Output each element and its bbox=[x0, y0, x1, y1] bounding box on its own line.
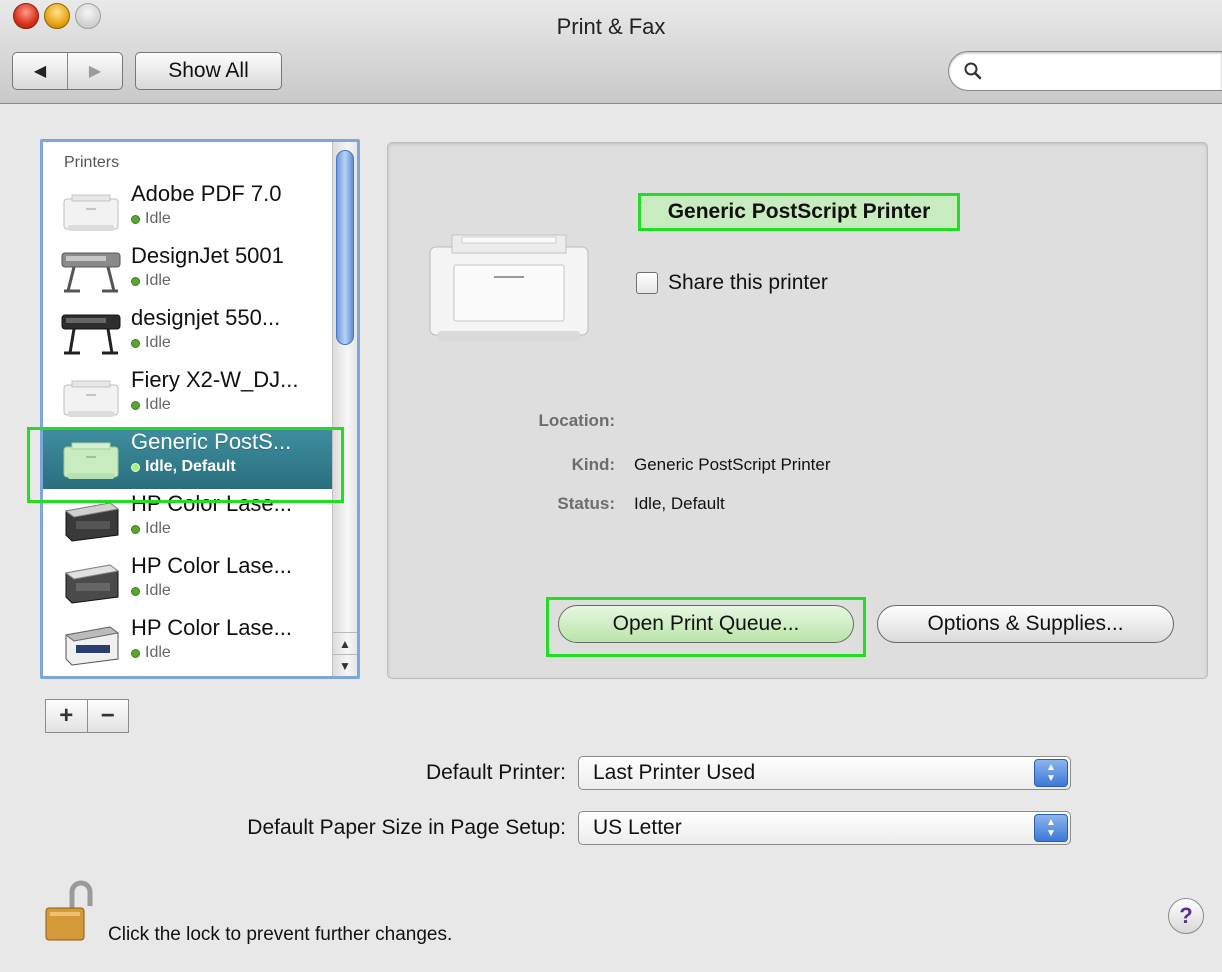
forward-arrow-icon: ▶ bbox=[88, 63, 102, 80]
back-arrow-icon: ◀ bbox=[33, 63, 47, 80]
add-printer-button[interactable]: + bbox=[46, 700, 88, 732]
back-button[interactable]: ◀ bbox=[13, 53, 68, 89]
printer-name-title: Generic PostScript Printer bbox=[638, 193, 960, 231]
lock-icon[interactable] bbox=[44, 880, 100, 944]
paper-size-label: Default Paper Size in Page Setup: bbox=[247, 816, 566, 839]
status-dot-icon bbox=[131, 214, 140, 224]
printer-row[interactable]: Adobe PDF 7.0 Idle bbox=[43, 179, 335, 241]
printer-status: Idle bbox=[131, 272, 171, 290]
printer-status: Idle bbox=[131, 334, 171, 352]
printers-list-scrollbar[interactable]: ▲ ▼ bbox=[332, 142, 357, 676]
share-printer-label: Share this printer bbox=[668, 271, 828, 294]
paper-size-value: US Letter bbox=[593, 816, 682, 839]
status-dot-icon bbox=[131, 400, 140, 410]
status-dot-icon bbox=[131, 586, 140, 596]
printer-status: Idle bbox=[131, 210, 171, 228]
window-title: Print & Fax bbox=[556, 14, 666, 39]
laser-printer-icon bbox=[63, 442, 119, 479]
printer-row[interactable]: HP Color Lase... Idle bbox=[43, 489, 335, 551]
printers-list[interactable]: Printers Adobe PDF 7.0 Idle DesignJet 50… bbox=[40, 139, 360, 679]
printer-name: DesignJet 5001 bbox=[131, 243, 284, 268]
printer-status: Idle, Default bbox=[131, 458, 236, 476]
printer-row[interactable]: designjet 550... Idle bbox=[43, 303, 335, 365]
color-laser-printer-icon bbox=[64, 502, 120, 542]
printer-details-panel: Generic PostScript Printer Share this pr… bbox=[387, 142, 1208, 679]
status-dot-icon bbox=[131, 276, 140, 286]
kind-value: Generic PostScript Printer bbox=[634, 455, 831, 474]
printer-row[interactable]: DesignJet 5001 Idle bbox=[43, 241, 335, 303]
open-print-queue-button[interactable]: Open Print Queue... bbox=[558, 605, 854, 643]
search-input[interactable] bbox=[987, 58, 1207, 84]
printer-status: Idle bbox=[131, 582, 171, 600]
share-printer-checkbox[interactable] bbox=[636, 272, 658, 294]
printer-name: designjet 550... bbox=[131, 305, 281, 330]
kind-label: Kind: bbox=[571, 455, 615, 474]
share-printer-option[interactable]: Share this printer bbox=[636, 271, 828, 295]
popup-arrows-icon: ▲ ▼ bbox=[1034, 814, 1068, 842]
remove-printer-button[interactable]: − bbox=[88, 700, 129, 732]
scroll-up-arrow-icon[interactable]: ▲ bbox=[333, 632, 357, 654]
default-printer-popup[interactable]: Last Printer Used ▲ ▼ bbox=[578, 756, 1071, 790]
printer-name: HP Color Lase... bbox=[131, 553, 293, 578]
printer-row-selected[interactable]: Generic PostS... Idle, Default bbox=[43, 427, 335, 489]
default-printer-value: Last Printer Used bbox=[593, 761, 756, 784]
status-value: Idle, Default bbox=[634, 494, 725, 513]
color-laser-printer-icon bbox=[64, 564, 120, 604]
help-button[interactable]: ? bbox=[1168, 898, 1204, 934]
default-printer-label: Default Printer: bbox=[425, 761, 566, 784]
printer-name: Adobe PDF 7.0 bbox=[131, 181, 282, 206]
window-toolbar: Print & Fax ◀ ▶ Show All bbox=[0, 0, 1222, 104]
color-laser-printer-icon bbox=[64, 626, 120, 666]
printer-name: Fiery X2-W_DJ... bbox=[131, 367, 299, 392]
printer-row[interactable]: HP Color Lase... Idle bbox=[43, 613, 335, 675]
plotter-printer-icon bbox=[61, 314, 121, 355]
printer-status: Idle bbox=[131, 644, 171, 662]
add-remove-printer-buttons: + − bbox=[45, 699, 129, 733]
status-dot-icon bbox=[131, 462, 140, 472]
printer-name: HP Color Lase... bbox=[131, 491, 293, 516]
printer-row[interactable]: Fiery X2-W_DJ... Idle bbox=[43, 365, 335, 427]
status-label: Status: bbox=[557, 494, 615, 513]
search-icon bbox=[964, 62, 982, 80]
search-field[interactable] bbox=[948, 51, 1222, 91]
plotter-printer-icon bbox=[61, 252, 121, 293]
printer-row[interactable]: HP Color Lase... Idle bbox=[43, 551, 335, 613]
status-dot-icon bbox=[131, 338, 140, 348]
options-supplies-button[interactable]: Options & Supplies... bbox=[877, 605, 1174, 643]
location-label: Location: bbox=[538, 411, 616, 430]
paper-size-popup[interactable]: US Letter ▲ ▼ bbox=[578, 811, 1071, 845]
laser-printer-icon bbox=[63, 380, 119, 417]
laser-printer-icon bbox=[63, 194, 119, 231]
status-dot-icon bbox=[131, 648, 140, 658]
scrollbar-thumb[interactable] bbox=[336, 150, 354, 345]
printers-list-header: Printers bbox=[64, 154, 120, 171]
printer-name: Generic PostS... bbox=[131, 429, 292, 454]
show-all-button[interactable]: Show All bbox=[135, 52, 282, 90]
scroll-down-arrow-icon[interactable]: ▼ bbox=[333, 654, 357, 676]
printer-name: HP Color Lase... bbox=[131, 615, 293, 640]
printer-status: Idle bbox=[131, 520, 171, 538]
printer-image-icon bbox=[429, 234, 589, 341]
status-dot-icon bbox=[131, 524, 140, 534]
popup-arrows-icon: ▲ ▼ bbox=[1034, 759, 1068, 787]
forward-button[interactable]: ▶ bbox=[68, 53, 122, 89]
lock-message: Click the lock to prevent further change… bbox=[108, 924, 453, 945]
navigation-buttons: ◀ ▶ bbox=[12, 52, 123, 90]
printer-status: Idle bbox=[131, 396, 171, 414]
